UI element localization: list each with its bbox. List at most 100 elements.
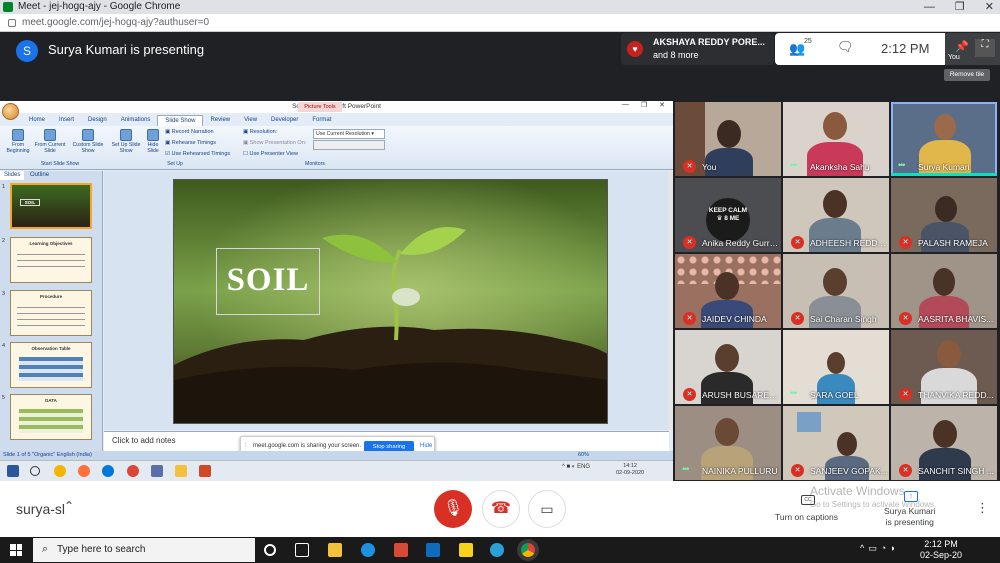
- office-button-icon[interactable]: [2, 103, 19, 120]
- minimize-icon[interactable]: —: [924, 0, 935, 14]
- participant-tile[interactable]: ✕ ARUSH BUSARED...: [675, 330, 781, 404]
- tab-view[interactable]: View: [237, 115, 264, 126]
- tab-slide-show[interactable]: Slide Show: [157, 115, 204, 126]
- address-bar[interactable]: meet.google.com/jej-hogq-ajy?authuser=0: [0, 14, 1000, 32]
- pin-icon[interactable]: 📌: [955, 40, 969, 53]
- presenting-status[interactable]: Surya Kumari is presenting: [884, 506, 936, 528]
- maximize-icon[interactable]: ❐: [955, 0, 965, 14]
- tab-review[interactable]: Review: [203, 115, 237, 126]
- from-current-slide-button[interactable]: From Current Slide: [33, 129, 67, 154]
- self-view-tile[interactable]: 📌 You ⛶: [945, 33, 1000, 65]
- microphone-toggle-button[interactable]: 🎙: [434, 490, 472, 528]
- participant-tile[interactable]: KEEP CALM ♛ 8 ME ✕ Anika Reddy Gurra...: [675, 178, 781, 252]
- more-options-icon[interactable]: ⋮: [976, 500, 989, 516]
- slide-thumbnail[interactable]: Observation Table: [10, 342, 92, 388]
- slide-thumbnail[interactable]: SOIL: [10, 183, 92, 229]
- file-explorer-icon[interactable]: [328, 543, 342, 557]
- people-icon[interactable]: 👥: [789, 41, 805, 57]
- participant-tile[interactable]: ✕ ADHEESH REDDY ...: [783, 178, 889, 252]
- resolution-select[interactable]: Use Current Resolution ▾: [313, 129, 385, 139]
- tab-animations[interactable]: Animations: [114, 115, 158, 126]
- zoom-level[interactable]: 60%: [578, 451, 589, 460]
- taskbar-clock[interactable]: 2:12 PM 02-Sep-20: [920, 539, 962, 561]
- ppt-maximize-icon[interactable]: ❐: [641, 101, 647, 109]
- tab-home[interactable]: Home: [22, 115, 52, 126]
- edge-icon[interactable]: [490, 543, 504, 557]
- meeting-code[interactable]: surya-sl: [16, 501, 65, 517]
- app-icon[interactable]: [394, 543, 408, 557]
- hide-slide-button[interactable]: Hide Slide: [143, 129, 163, 154]
- record-narration-button[interactable]: ▣ Record Narration: [165, 129, 214, 135]
- monitor-select[interactable]: [313, 140, 385, 150]
- participant-name: AASRITA BHAVIS...: [918, 314, 994, 324]
- participant-tile[interactable]: ••• NAINIKA PULLURU: [675, 406, 781, 480]
- tab-design[interactable]: Design: [81, 115, 114, 126]
- participant-tile[interactable]: ✕ JAIDEV CHINDA: [675, 254, 781, 328]
- custom-slide-show-button[interactable]: Custom Slide Show: [70, 129, 106, 154]
- outline-tab[interactable]: Outline: [26, 171, 53, 180]
- shared-screen: Soil ppt - Microsoft PowerPoint Picture …: [0, 101, 673, 481]
- url-text: meet.google.com/jej-hogq-ajy?authuser=0: [22, 17, 210, 28]
- use-rehearsed-timings-checkbox[interactable]: ☑ Use Rehearsed Timings: [165, 151, 230, 157]
- task-view-icon[interactable]: [295, 543, 309, 557]
- captions-icon[interactable]: CC: [801, 495, 815, 505]
- notes-placeholder: Click to add notes: [112, 436, 176, 445]
- participant-tile[interactable]: ✕ SANCHIT SINGH ...: [891, 406, 997, 480]
- keep-calm-avatar: KEEP CALM ♛ 8 ME: [706, 198, 750, 242]
- slide-scrollbar[interactable]: [668, 171, 673, 430]
- tab-insert[interactable]: Insert: [52, 115, 81, 126]
- participant-name: Sai Charan Singh: [810, 314, 877, 324]
- windows-start-icon[interactable]: [10, 544, 22, 556]
- chevron-up-icon[interactable]: ⌃: [64, 499, 74, 513]
- remove-tile-icon[interactable]: ⛶: [975, 39, 995, 57]
- notification-more: and 8 more: [653, 50, 699, 60]
- cortana-icon[interactable]: [264, 544, 276, 556]
- taskbar-search-input[interactable]: ⌕ Type here to search: [33, 538, 255, 562]
- join-notification[interactable]: ♥ AKSHAYA REDDY PORE... and 8 more: [621, 33, 774, 65]
- lock-icon: [8, 19, 16, 27]
- participant-tile[interactable]: ✕ Sai Charan Singh: [783, 254, 889, 328]
- internet-explorer-icon[interactable]: [361, 543, 375, 557]
- participant-tile[interactable]: ✕ You: [675, 102, 781, 176]
- rehearse-timings-button[interactable]: ▣ Rehearse Timings: [165, 140, 216, 146]
- drag-handle-icon[interactable]: ⁞: [245, 443, 247, 449]
- tab-developer[interactable]: Developer: [264, 115, 305, 126]
- thumb-number: 3: [2, 291, 6, 297]
- participant-tile[interactable]: ••• Akanksha Sahu: [783, 102, 889, 176]
- system-tray[interactable]: ^▭◔◗: [860, 543, 900, 554]
- leave-call-button[interactable]: ☎: [482, 490, 520, 528]
- presenting-title: Surya Kumari is presenting: [48, 42, 205, 57]
- participant-tile[interactable]: ••• SARA GOEL: [783, 330, 889, 404]
- presenter-view-checkbox[interactable]: ☐ Use Presenter View: [243, 151, 298, 157]
- slide-thumbnail[interactable]: Learning Objectives: [10, 237, 92, 283]
- chrome-icon[interactable]: [521, 543, 535, 557]
- present-screen-icon[interactable]: ↑: [904, 491, 918, 502]
- participant-tile[interactable]: ✕ THANVIKA REDD...: [891, 330, 997, 404]
- participant-tile[interactable]: ✕ AASRITA BHAVIS...: [891, 254, 997, 328]
- camera-toggle-button[interactable]: ▭: [528, 490, 566, 528]
- from-beginning-button[interactable]: From Beginning: [3, 129, 33, 154]
- shared-taskbar: ^ ■ ◐ ENG 14:12 02-09-2020: [0, 460, 673, 481]
- participant-tile[interactable]: ••• Surya Kumari: [891, 102, 997, 176]
- participant-name: Anika Reddy Gurra...: [702, 238, 781, 248]
- participant-name: ARUSH BUSARED...: [702, 390, 781, 400]
- ppt-minimize-icon[interactable]: —: [622, 101, 629, 109]
- current-slide[interactable]: SOIL: [173, 179, 608, 424]
- slide-thumbnail[interactable]: Procedure: [10, 290, 92, 336]
- sticky-notes-icon[interactable]: [459, 543, 473, 557]
- close-icon[interactable]: ✕: [985, 0, 994, 14]
- meet-favicon-icon: [3, 2, 13, 12]
- participant-name: SANJEEV GOPAK...: [810, 466, 888, 476]
- tab-format[interactable]: Format: [305, 115, 338, 126]
- participant-tile[interactable]: ✕ SANJEEV GOPAK...: [783, 406, 889, 480]
- captions-label[interactable]: Turn on captions: [775, 512, 838, 522]
- chat-icon[interactable]: 🗨: [837, 39, 854, 55]
- outlook-icon[interactable]: [426, 543, 440, 557]
- slides-tab[interactable]: Slides: [0, 171, 25, 180]
- file-explorer-icon: [175, 465, 187, 477]
- slide-thumbnail[interactable]: DATA: [10, 394, 92, 440]
- ppt-close-icon[interactable]: ✕: [659, 101, 665, 109]
- setup-slide-show-button[interactable]: Set Up Slide Show: [110, 129, 142, 154]
- hide-banner-link[interactable]: Hide: [420, 443, 432, 449]
- participant-tile[interactable]: ✕ PALASH RAMEJA: [891, 178, 997, 252]
